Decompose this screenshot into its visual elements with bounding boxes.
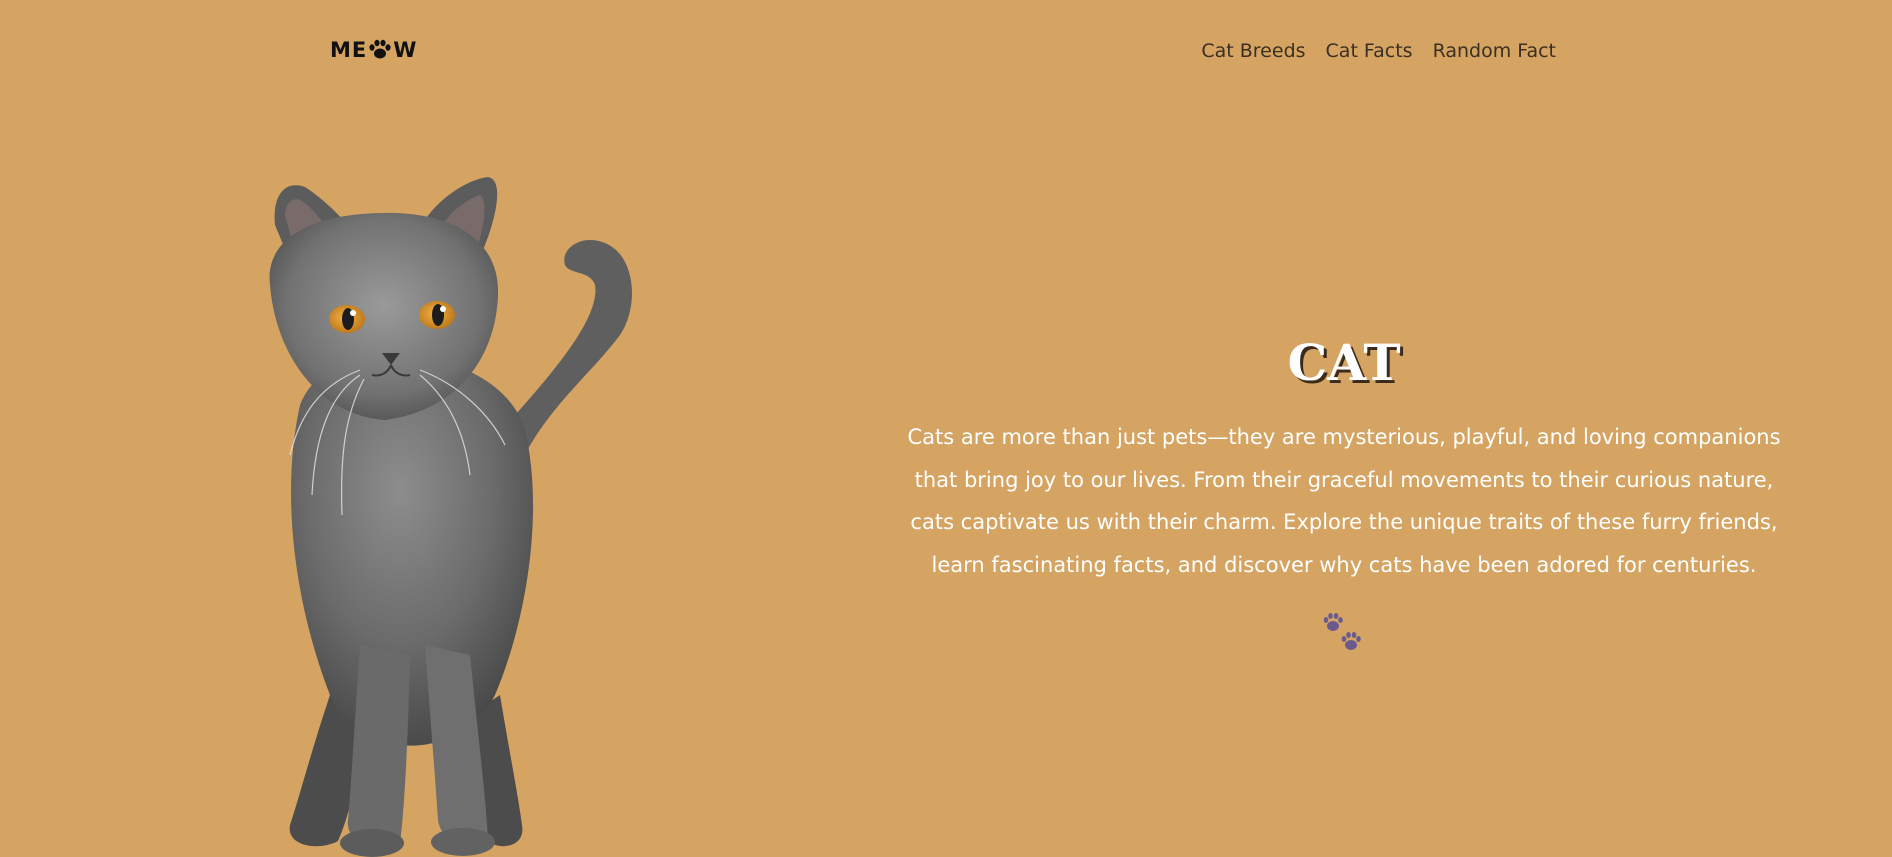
- logo-text-start: ME: [330, 38, 368, 62]
- hero-description: Cats are more than just pets—they are my…: [907, 425, 1781, 577]
- nav-link-cat-facts[interactable]: Cat Facts: [1326, 36, 1413, 66]
- nav-link-cat-breeds[interactable]: Cat Breeds: [1201, 36, 1305, 66]
- main-nav: Cat Breeds Cat Facts Random Fact: [1201, 36, 1556, 66]
- hero-section: CAT Cats are more than just pets—they ar…: [900, 330, 1788, 658]
- logo-text-end: W: [393, 38, 418, 62]
- logo[interactable]: ME W: [330, 36, 417, 64]
- paw-prints-icon: [1323, 613, 1361, 650]
- logo-paw-icon: [369, 39, 391, 59]
- hero-title: CAT: [1287, 333, 1401, 392]
- nav-link-random-fact[interactable]: Random Fact: [1433, 36, 1556, 66]
- gray-cat-image: [269, 177, 632, 857]
